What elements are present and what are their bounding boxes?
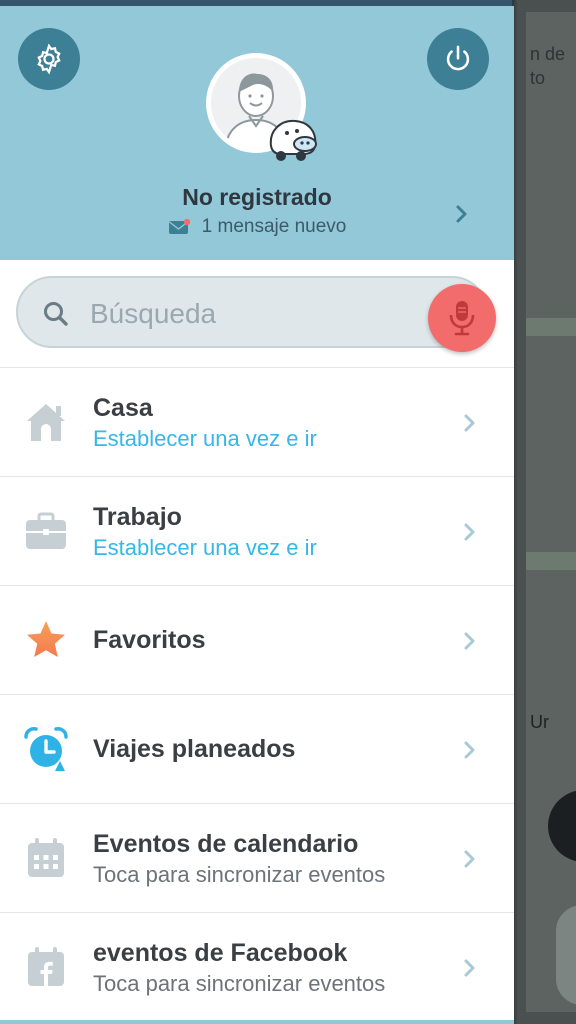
map-road <box>526 318 576 336</box>
power-button[interactable] <box>427 28 489 90</box>
menu-item-work[interactable]: Trabajo Establecer una vez e ir <box>0 476 514 585</box>
menu-item-calendar-events[interactable]: Eventos de calendario Toca para sincroni… <box>0 803 514 912</box>
search-input[interactable] <box>90 296 410 332</box>
menu-item-facebook-events[interactable]: eventos de Facebook Toca para sincroniza… <box>0 912 514 1021</box>
chevron-right-icon <box>464 414 475 432</box>
username[interactable]: No registrado <box>0 184 514 211</box>
menu-item-title: Eventos de calendario <box>93 830 359 858</box>
search-icon <box>44 302 68 326</box>
voice-search-button[interactable] <box>428 284 496 352</box>
wazer-mascot-icon <box>269 119 317 161</box>
menu-item-home[interactable]: Casa Establecer una vez e ir <box>0 367 514 476</box>
alarm-clock-icon <box>22 725 70 773</box>
menu-item-title: Viajes planeados <box>93 735 296 763</box>
star-icon <box>22 616 70 664</box>
chevron-right-icon <box>464 959 475 977</box>
home-icon <box>22 398 70 446</box>
settings-button[interactable] <box>18 28 80 90</box>
map-label: Ur <box>530 712 549 732</box>
chevron-right-icon[interactable] <box>452 202 472 226</box>
briefcase-icon <box>22 507 70 555</box>
power-icon <box>446 45 470 71</box>
bottom-accent-bar <box>0 1020 514 1024</box>
menu-item-subtitle: Toca para sincronizar eventos <box>93 971 386 996</box>
gear-icon <box>37 43 61 75</box>
map-label: to <box>530 68 546 88</box>
menu-item-title: Favoritos <box>93 626 206 654</box>
menu-item-title: Casa <box>93 394 153 422</box>
map-road <box>526 552 576 570</box>
chevron-right-icon <box>464 850 475 868</box>
side-drawer: No registrado 1 mensaje nuevo Búsqueda C… <box>0 6 514 1024</box>
menu-item-subtitle: Establecer una vez e ir <box>93 535 317 560</box>
chevron-right-icon <box>464 632 475 650</box>
menu-item-planned-drives[interactable]: Viajes planeados <box>0 694 514 803</box>
chevron-right-icon <box>464 741 475 759</box>
search-bar[interactable] <box>16 276 488 348</box>
new-message-label: 1 mensaje nuevo <box>201 216 347 237</box>
chevron-right-icon <box>464 523 475 541</box>
map-block <box>526 12 576 1012</box>
menu-item-title: eventos de Facebook <box>93 939 348 967</box>
map-label: n de <box>530 44 566 64</box>
envelope-icon <box>168 218 190 235</box>
menu-item-subtitle: Toca para sincronizar eventos <box>93 862 386 887</box>
map-view[interactable]: n de to Ur <box>514 0 576 1024</box>
microphone-icon <box>449 301 475 336</box>
menu-item-title: Trabajo <box>93 503 182 531</box>
facebook-calendar-icon <box>22 943 70 991</box>
menu-item-favorites[interactable]: Favoritos <box>0 585 514 694</box>
profile-header[interactable]: No registrado 1 mensaje nuevo <box>0 6 514 260</box>
messages-row[interactable]: 1 mensaje nuevo <box>0 216 514 238</box>
menu-list: Casa Establecer una vez e ir Trabajo Est… <box>0 367 514 1021</box>
calendar-icon <box>22 834 70 882</box>
menu-item-subtitle: Establecer una vez e ir <box>93 426 317 451</box>
map-report-button[interactable] <box>556 905 576 1005</box>
